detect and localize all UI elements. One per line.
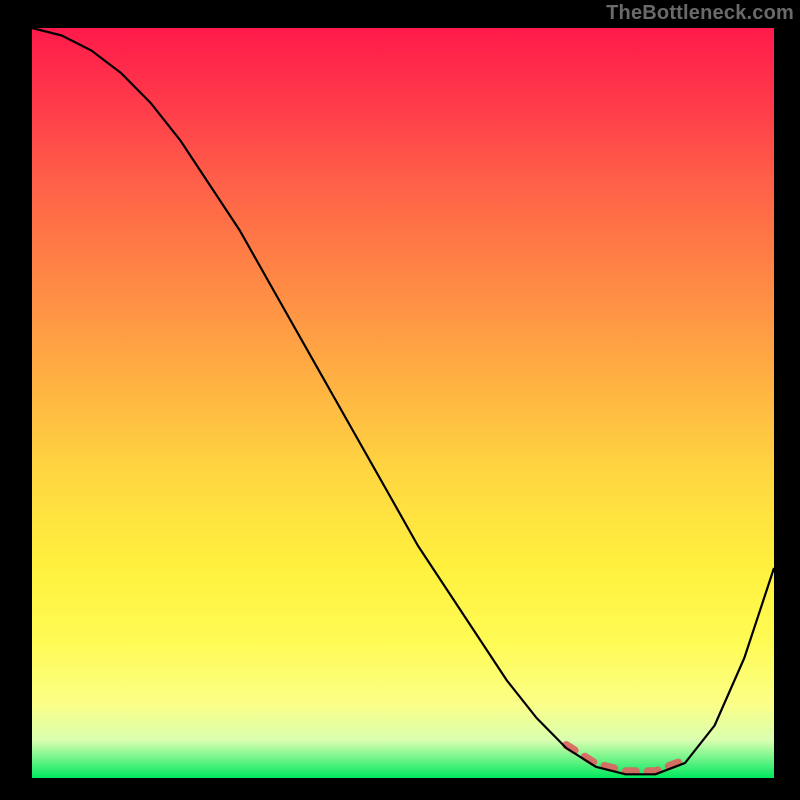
watermark-text: TheBottleneck.com <box>606 2 794 25</box>
chart-container: TheBottleneck.com <box>0 0 800 800</box>
bottleneck-curve-line <box>32 28 774 774</box>
chart-overlay-svg <box>0 0 800 800</box>
